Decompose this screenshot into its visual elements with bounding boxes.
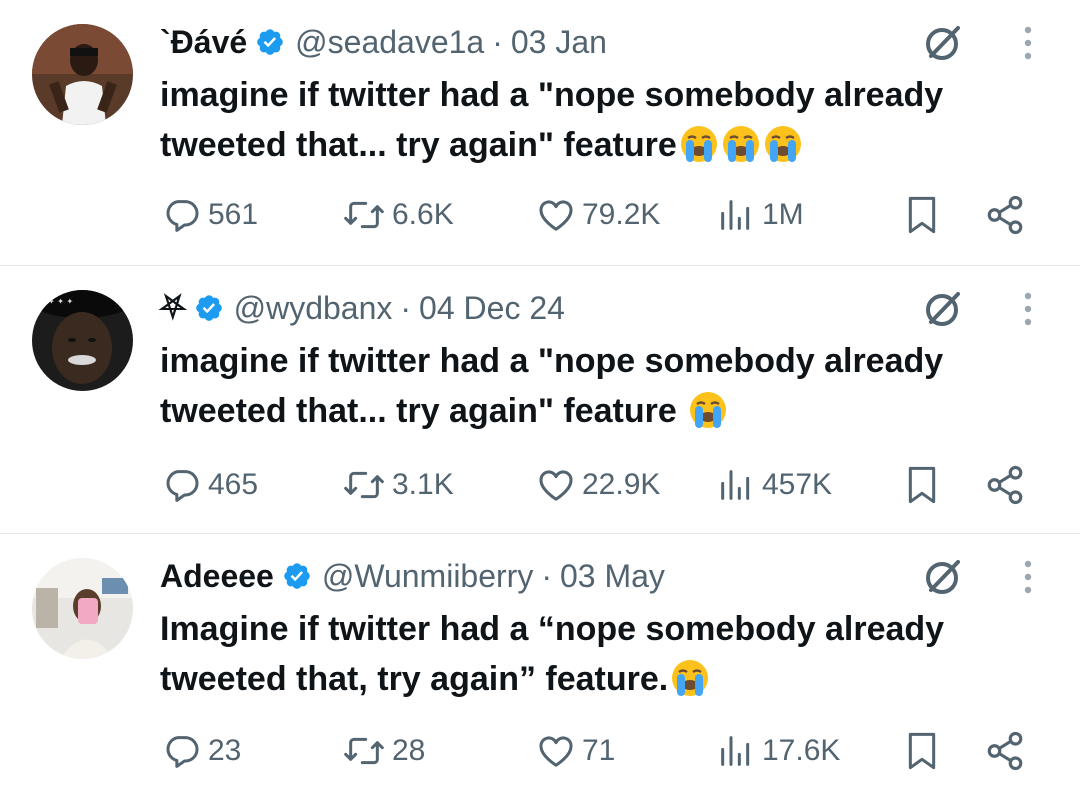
- tweet-text: Imagine if twitter had a “nope somebody …: [160, 604, 1040, 704]
- bookmark-icon: [902, 463, 942, 507]
- loudly-crying-face-emoji-icon: [763, 124, 803, 164]
- reply-button[interactable]: 465: [162, 462, 258, 508]
- bookmark-button[interactable]: [902, 192, 942, 238]
- grok-icon[interactable]: [922, 22, 964, 64]
- views-count: 457K: [762, 468, 833, 501]
- bookmark-icon: [902, 729, 942, 773]
- views-button[interactable]: 1M: [716, 192, 804, 238]
- avatar[interactable]: ✦ ✦ ✦: [32, 290, 133, 391]
- views-chart-icon: [716, 195, 756, 235]
- more-options-icon[interactable]: [1016, 22, 1040, 64]
- retweet-icon: [342, 195, 386, 235]
- loudly-crying-face-emoji-icon: [721, 124, 761, 164]
- tweet-text-line: Imagine if twitter had a “nope somebody …: [160, 610, 945, 648]
- more-options-icon[interactable]: [1016, 288, 1040, 330]
- like-heart-icon: [536, 731, 576, 771]
- loudly-crying-face-emoji-icon: [670, 658, 710, 698]
- loudly-crying-face-emoji-icon: [688, 390, 728, 430]
- reply-icon: [162, 731, 202, 771]
- retweet-button[interactable]: 28: [342, 728, 425, 774]
- tweet-header: Adeeee @Wunmiiberry · 03 May: [160, 554, 665, 598]
- share-icon: [984, 730, 1026, 772]
- tweet-text-line-2: tweeted that, try again” feature.: [160, 654, 1040, 704]
- tweet-text: imagine if twitter had a "nope somebody …: [160, 336, 1040, 436]
- retweet-count: 3.1K: [392, 468, 454, 501]
- verified-badge-icon: [255, 27, 285, 57]
- display-name[interactable]: `Ðávé: [160, 24, 247, 61]
- share-button[interactable]: [984, 462, 1026, 508]
- grok-icon[interactable]: [922, 556, 964, 598]
- tweet[interactable]: `Ðávé @seadave1a · 03 Jan imagine if twi…: [0, 0, 1080, 266]
- tweet-date[interactable]: 03 May: [560, 558, 665, 595]
- display-name[interactable]: Adeeee: [160, 558, 274, 595]
- views-button[interactable]: 457K: [716, 462, 832, 508]
- like-heart-icon: [536, 465, 576, 505]
- tweet-text-line-2: tweeted that... try again" feature: [160, 386, 1040, 436]
- reply-count: 561: [208, 198, 259, 231]
- like-count: 79.2K: [582, 198, 661, 231]
- views-chart-icon: [716, 465, 756, 505]
- like-button[interactable]: 79.2K: [536, 192, 660, 238]
- tweet-text-line-2: tweeted that... try again" feature: [160, 120, 1040, 170]
- avatar[interactable]: [32, 558, 133, 659]
- like-count: 71: [582, 734, 616, 767]
- tweet[interactable]: ✦ ✦ ✦ ⛧ @wydbanx · 04 Dec 24 imagine if …: [0, 266, 1080, 534]
- retweet-button[interactable]: 3.1K: [342, 462, 454, 508]
- views-chart-icon: [716, 731, 756, 771]
- bookmark-icon: [902, 193, 942, 237]
- tweet-actions: 561 6.6K 79.2K 1M: [162, 192, 1042, 238]
- tweet-text-line: imagine if twitter had a "nope somebody …: [160, 342, 944, 380]
- display-name[interactable]: ⛧: [160, 289, 186, 327]
- like-heart-icon: [536, 195, 576, 235]
- tweet-actions: 23 28 71 17.6K: [162, 728, 1042, 774]
- tweet-text-line-content: tweeted that, try again” feature.: [160, 660, 669, 698]
- more-options-icon[interactable]: [1016, 556, 1040, 598]
- like-button[interactable]: 71: [536, 728, 615, 774]
- separator: ·: [492, 23, 503, 60]
- like-count: 22.9K: [582, 468, 661, 501]
- share-icon: [984, 464, 1026, 506]
- retweet-button[interactable]: 6.6K: [342, 192, 454, 238]
- retweet-icon: [342, 465, 386, 505]
- tweet-text-line-content: tweeted that... try again" feature: [160, 126, 677, 164]
- tweet-actions: 465 3.1K 22.9K 457K: [162, 462, 1042, 508]
- tweet-header: ⛧ @wydbanx · 04 Dec 24: [160, 286, 565, 330]
- separator: ·: [400, 289, 412, 326]
- reply-button[interactable]: 561: [162, 192, 258, 238]
- retweet-count: 28: [392, 734, 426, 767]
- bookmark-button[interactable]: [902, 728, 942, 774]
- reply-count: 23: [208, 734, 242, 767]
- reply-icon: [162, 465, 202, 505]
- bookmark-button[interactable]: [902, 462, 942, 508]
- share-button[interactable]: [984, 728, 1026, 774]
- views-count: 17.6K: [762, 734, 841, 767]
- grok-icon[interactable]: [922, 288, 964, 330]
- user-handle[interactable]: @Wunmiiberry: [322, 558, 533, 595]
- tweet[interactable]: Adeeee @Wunmiiberry · 03 May Imagine if …: [0, 534, 1080, 797]
- retweet-icon: [342, 731, 386, 771]
- share-button[interactable]: [984, 192, 1026, 238]
- avatar[interactable]: [32, 24, 133, 125]
- verified-badge-icon: [282, 561, 312, 591]
- tweet-text: imagine if twitter had a "nope somebody …: [160, 70, 1040, 170]
- svg-text:✦ ✦ ✦: ✦ ✦ ✦: [48, 297, 73, 306]
- share-icon: [984, 194, 1026, 236]
- reply-button[interactable]: 23: [162, 728, 241, 774]
- loudly-crying-face-emoji-icon: [679, 124, 719, 164]
- like-button[interactable]: 22.9K: [536, 462, 660, 508]
- user-handle[interactable]: @wydbanx: [234, 290, 393, 327]
- verified-badge-icon: [194, 293, 224, 323]
- tweet-date[interactable]: 03 Jan: [511, 24, 607, 61]
- tweet-text-line: imagine if twitter had a "nope somebody …: [160, 76, 944, 114]
- separator: ·: [541, 557, 552, 594]
- retweet-count: 6.6K: [392, 198, 454, 231]
- tweet-date[interactable]: 04 Dec 24: [419, 290, 565, 327]
- user-handle[interactable]: @seadave1a: [295, 24, 484, 61]
- reply-count: 465: [208, 468, 259, 501]
- views-count: 1M: [762, 198, 804, 231]
- reply-icon: [162, 195, 202, 235]
- tweet-header: `Ðávé @seadave1a · 03 Jan: [160, 20, 607, 64]
- views-button[interactable]: 17.6K: [716, 728, 840, 774]
- tweet-text-line-content: tweeted that... try again" feature: [160, 392, 677, 430]
